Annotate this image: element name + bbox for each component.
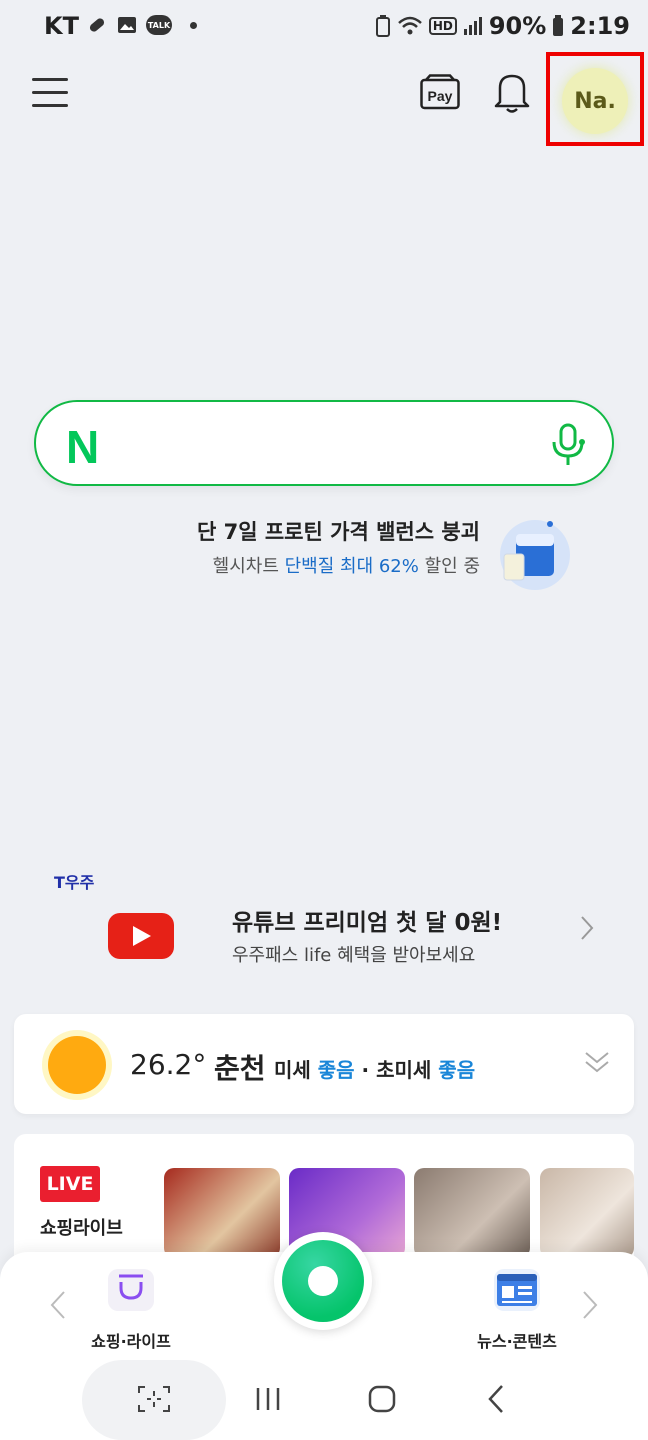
profile-highlight: Na.: [546, 52, 644, 146]
live-thumbnail[interactable]: [164, 1168, 280, 1258]
back-button[interactable]: [466, 1376, 526, 1422]
nav-news-label: 뉴스·콘텐츠: [477, 1332, 557, 1351]
city-name: 춘천: [214, 1052, 266, 1085]
hd-icon: HD: [428, 17, 457, 35]
wifi-icon: [397, 16, 422, 35]
news-icon: [494, 1269, 540, 1311]
weather-card[interactable]: 26.2° 춘천 미세 좋음 · 초미세 좋음: [14, 1014, 634, 1114]
live-badge: LIVE: [40, 1166, 100, 1202]
nav-news-content[interactable]: 뉴스·콘텐츠: [462, 1268, 572, 1352]
pay-icon[interactable]: Pay: [420, 74, 460, 110]
shopping-live-label[interactable]: 쇼핑라이브: [40, 1214, 123, 1240]
clock: 2:19: [570, 12, 630, 40]
notification-icons: TALK: [86, 14, 197, 36]
double-chevron-down-icon[interactable]: [584, 1050, 610, 1074]
profile-avatar[interactable]: Na.: [562, 68, 628, 134]
youtube-premium-ad[interactable]: T우주 유튜브 프리미엄 첫 달 0원! 우주패스 life 혜택을 받아보세요: [24, 845, 624, 1005]
profile-initials: Na.: [574, 88, 616, 114]
bell-icon[interactable]: [492, 70, 532, 114]
recent-apps-button[interactable]: [238, 1376, 298, 1422]
naver-logo: N: [66, 421, 100, 473]
chevron-right-icon[interactable]: [582, 1290, 598, 1320]
dot-icon: [190, 21, 197, 29]
dust-info: 미세 좋음 · 초미세 좋음: [274, 1058, 476, 1082]
microphone-icon[interactable]: [548, 422, 588, 468]
image-icon: [118, 17, 136, 33]
ad-title: 유튜브 프리미엄 첫 달 0원!: [232, 910, 503, 936]
battery-icon: [553, 15, 564, 36]
battery-saver-icon: [375, 15, 390, 37]
chevron-left-icon[interactable]: [50, 1290, 66, 1320]
shopping-bag-icon: [108, 1269, 154, 1311]
promo-subtitle: 헬시차트 단백질 최대 62% 할인 중: [212, 556, 480, 577]
signal-icon: [463, 17, 482, 35]
promo-title: 단 7일 프로틴 가격 밸런스 붕괴: [196, 520, 480, 544]
sun-icon: [48, 1036, 106, 1094]
pay-label: Pay: [428, 88, 453, 104]
search-bar[interactable]: N: [34, 400, 614, 486]
live-thumbnail[interactable]: [540, 1168, 634, 1258]
app-header: Pay Na.: [0, 48, 648, 148]
pill-icon: [89, 18, 105, 32]
promo-banner[interactable]: 단 7일 프로틴 가격 밸런스 붕괴 헬시차트 단백질 최대 62% 할인 중: [160, 516, 480, 578]
home-button[interactable]: [352, 1376, 412, 1422]
temperature: 26.2°: [130, 1048, 207, 1081]
ad-subtitle: 우주패스 life 혜택을 받아보세요: [232, 945, 476, 966]
tuju-logo: T우주: [54, 873, 95, 892]
system-navigation-bar: [0, 1360, 648, 1440]
nav-shopping-life[interactable]: 쇼핑·라이프: [76, 1268, 186, 1352]
talk-icon: TALK: [146, 15, 172, 35]
green-dot-button[interactable]: [274, 1232, 372, 1330]
nav-shopping-label: 쇼핑·라이프: [91, 1332, 171, 1351]
menu-icon[interactable]: [32, 78, 68, 108]
live-thumbnail[interactable]: [414, 1168, 530, 1258]
youtube-icon: [108, 913, 174, 959]
chevron-right-icon[interactable]: [580, 915, 594, 941]
carrier-label: KT: [44, 12, 79, 40]
system-status: HD 90% 2:19: [375, 12, 630, 40]
status-bar: KT TALK HD 90% 2:19: [0, 0, 648, 48]
bottom-navigation: 쇼핑·라이프 뉴스·콘텐츠: [0, 1232, 648, 1360]
screen-capture-icon[interactable]: [124, 1376, 184, 1422]
protein-product-image[interactable]: [500, 520, 570, 590]
battery-percent: 90%: [488, 12, 547, 40]
